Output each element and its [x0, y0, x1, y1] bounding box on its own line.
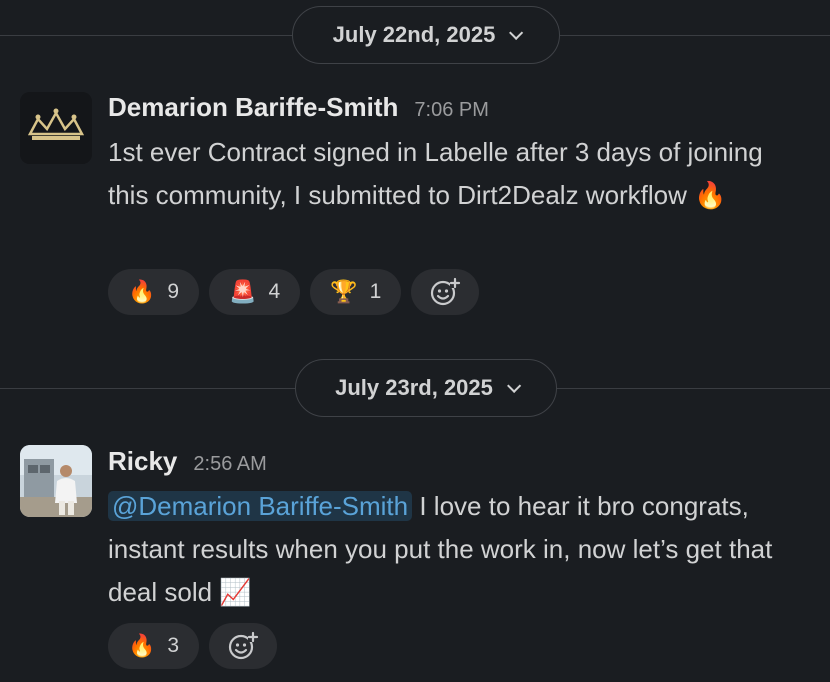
message-header: Demarion Bariffe-Smith 7:06 PM	[108, 92, 489, 123]
reaction-fire[interactable]: 🔥 9	[108, 269, 200, 315]
person-photo-icon	[20, 445, 92, 517]
date-pill[interactable]: July 23rd, 2025	[295, 359, 557, 417]
siren-icon: 🚨	[229, 279, 257, 305]
reaction-count: 4	[268, 280, 281, 303]
fire-icon: 🔥	[694, 181, 727, 211]
reaction-fire[interactable]: 🔥 3	[108, 623, 200, 669]
message-timestamp[interactable]: 7:06 PM	[414, 99, 488, 122]
reactions-bar: 🔥 9 🚨 4 🏆 1	[108, 269, 480, 315]
add-emoji-icon	[228, 631, 259, 660]
message-timestamp[interactable]: 2:56 AM	[193, 453, 266, 476]
reactions-bar: 🔥 3	[108, 623, 278, 669]
user-mention[interactable]: @Demarion Bariffe-Smith	[108, 491, 413, 521]
message-text: @Demarion Bariffe-Smith I love to hear i…	[108, 485, 808, 615]
chart-increasing-icon: 📈	[219, 578, 252, 608]
message-text: 1st ever Contract signed in Labelle afte…	[108, 131, 808, 218]
add-reaction-button[interactable]	[209, 623, 278, 669]
add-emoji-icon	[431, 277, 461, 306]
trophy-icon: 🏆	[330, 279, 358, 305]
chevron-down-icon	[506, 378, 522, 393]
fire-icon: 🔥	[128, 279, 156, 305]
add-reaction-button[interactable]	[411, 269, 480, 315]
reaction-count: 3	[167, 634, 180, 657]
crown-icon	[20, 92, 92, 164]
message-header: Ricky 2:56 AM	[108, 446, 267, 477]
chevron-down-icon	[509, 25, 524, 40]
date-pill[interactable]: July 22nd, 2025	[292, 6, 560, 64]
date-label: July 23rd, 2025	[335, 375, 493, 400]
fire-icon: 🔥	[128, 633, 156, 659]
date-label: July 22nd, 2025	[332, 22, 496, 47]
author-name[interactable]: Demarion Bariffe-Smith	[108, 92, 398, 123]
author-name[interactable]: Ricky	[108, 446, 177, 477]
reaction-count: 9	[167, 280, 180, 303]
reaction-siren[interactable]: 🚨 4	[209, 269, 301, 315]
avatar[interactable]	[20, 445, 92, 517]
message-body-text: 1st ever Contract signed in Labelle afte…	[108, 137, 763, 210]
avatar[interactable]	[20, 92, 92, 164]
reaction-count: 1	[369, 280, 382, 303]
reaction-trophy[interactable]: 🏆 1	[310, 269, 402, 315]
